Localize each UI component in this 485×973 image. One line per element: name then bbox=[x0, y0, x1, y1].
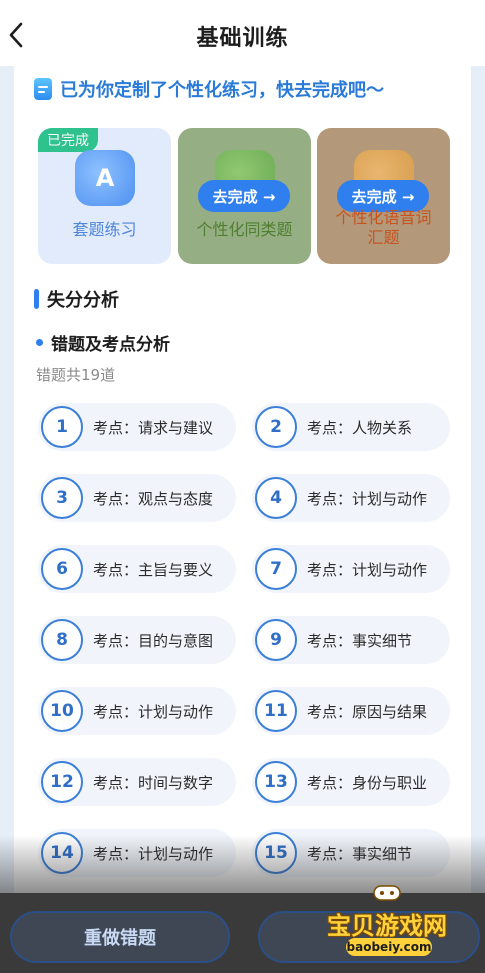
knowledge-point-label: 考点：事实细节 bbox=[307, 631, 413, 650]
question-number: 10 bbox=[41, 690, 83, 732]
knowledge-point-label: 考点：人物关系 bbox=[307, 418, 413, 437]
knowledge-point-label: 考点：计划与动作 bbox=[307, 560, 428, 579]
knowledge-point-item[interactable]: 6 考点：主旨与要义 bbox=[38, 545, 236, 593]
question-number: 2 bbox=[255, 406, 297, 448]
knowledge-point-item[interactable]: 10 考点：计划与动作 bbox=[38, 687, 236, 735]
question-number: 4 bbox=[255, 477, 297, 519]
question-number: 12 bbox=[41, 761, 83, 803]
knowledge-point-item[interactable]: 3 考点：观点与态度 bbox=[38, 474, 236, 522]
question-number: 9 bbox=[255, 619, 297, 661]
knowledge-point-label: 考点：身份与职业 bbox=[307, 773, 428, 792]
knowledge-point-item[interactable]: 11 考点：原因与结果 bbox=[252, 687, 450, 735]
question-number: 7 bbox=[255, 548, 297, 590]
redo-wrong-button[interactable]: 重做错题 bbox=[10, 911, 230, 963]
knowledge-point-label: 考点：计划与动作 bbox=[93, 702, 214, 721]
knowledge-point-label: 考点：计划与动作 bbox=[307, 489, 428, 508]
knowledge-point-item[interactable]: 9 考点：事实细节 bbox=[252, 616, 450, 664]
question-number: 1 bbox=[41, 406, 83, 448]
gamepad-icon bbox=[373, 885, 401, 901]
watermark-url: baobeiy.com bbox=[346, 938, 432, 956]
knowledge-point-item[interactable]: 2 考点：人物关系 bbox=[252, 403, 450, 451]
knowledge-point-item[interactable]: 4 考点：计划与动作 bbox=[252, 474, 450, 522]
question-number: 13 bbox=[255, 761, 297, 803]
knowledge-point-label: 考点：原因与结果 bbox=[307, 702, 428, 721]
question-number: 8 bbox=[41, 619, 83, 661]
question-number: 6 bbox=[41, 548, 83, 590]
watermark-text: 宝贝游戏网 bbox=[327, 912, 447, 940]
knowledge-point-label: 考点：请求与建议 bbox=[93, 418, 214, 437]
knowledge-point-item[interactable]: 8 考点：目的与意图 bbox=[38, 616, 236, 664]
knowledge-point-item[interactable]: 1 考点：请求与建议 bbox=[38, 403, 236, 451]
knowledge-point-label: 考点：时间与数字 bbox=[93, 773, 214, 792]
watermark-logo: 宝贝游戏网 baobeiy.com bbox=[312, 880, 462, 964]
top-bar: 基础训练 bbox=[0, 0, 485, 66]
knowledge-point-item[interactable]: 7 考点：计划与动作 bbox=[252, 545, 450, 593]
question-number: 3 bbox=[41, 477, 83, 519]
knowledge-point-item[interactable]: 12 考点：时间与数字 bbox=[38, 758, 236, 806]
knowledge-point-label: 考点：目的与意图 bbox=[93, 631, 214, 650]
question-number: 11 bbox=[255, 690, 297, 732]
knowledge-point-label: 考点：观点与态度 bbox=[93, 489, 214, 508]
knowledge-point-label: 考点：主旨与要义 bbox=[93, 560, 214, 579]
page-title: 基础训练 bbox=[196, 26, 289, 51]
knowledge-point-item[interactable]: 13 考点：身份与职业 bbox=[252, 758, 450, 806]
